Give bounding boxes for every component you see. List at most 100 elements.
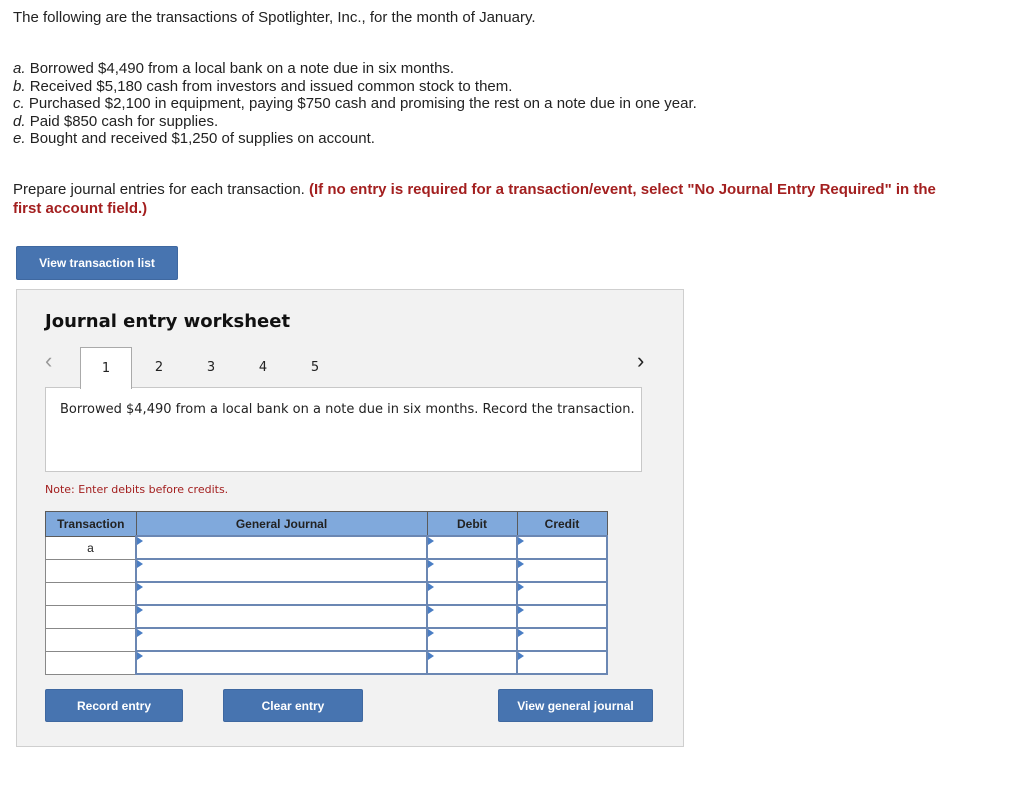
debit-cell [426, 604, 518, 629]
credit-cell [516, 650, 608, 675]
transaction-item: d. Paid $850 cash for supplies. [13, 113, 697, 131]
header-general-journal: General Journal [135, 511, 428, 537]
account-input[interactable] [137, 606, 426, 627]
debit-input[interactable] [428, 537, 516, 558]
instructions-text: Prepare journal entries for each transac… [13, 181, 309, 198]
credit-input[interactable] [518, 560, 606, 581]
debit-input[interactable] [428, 652, 516, 673]
credit-input[interactable] [518, 629, 606, 650]
account-input[interactable] [137, 537, 426, 558]
credit-input[interactable] [518, 606, 606, 627]
dropdown-flag-icon [518, 606, 524, 614]
transaction-cell [45, 604, 137, 629]
dropdown-flag-icon [518, 652, 524, 660]
journal-row [45, 581, 608, 606]
journal-table: Transaction General Journal Debit Credit… [45, 511, 608, 675]
dropdown-flag-icon [428, 629, 434, 637]
header-credit: Credit [516, 511, 608, 537]
account-input[interactable] [137, 629, 426, 650]
dropdown-flag-icon [137, 537, 143, 545]
account-input[interactable] [137, 560, 426, 581]
transaction-letter: d. [13, 112, 26, 130]
credit-cell [516, 581, 608, 606]
debit-input[interactable] [428, 583, 516, 604]
dropdown-flag-icon [518, 560, 524, 568]
transaction-list: a. Borrowed $4,490 from a local bank on … [13, 60, 697, 148]
view-transaction-list-button[interactable]: View transaction list [16, 246, 178, 280]
credit-input[interactable] [518, 652, 606, 673]
dropdown-flag-icon [518, 629, 524, 637]
dropdown-flag-icon [518, 537, 524, 545]
dropdown-flag-icon [428, 652, 434, 660]
account-cell [135, 558, 428, 583]
credit-cell [516, 535, 608, 560]
clear-entry-button[interactable]: Clear entry [223, 689, 363, 722]
tab-5[interactable]: 5 [290, 347, 340, 387]
transaction-cell [45, 627, 137, 652]
worksheet-tabs: 1 2 3 4 5 [80, 347, 342, 389]
account-input[interactable] [137, 583, 426, 604]
transaction-letter: b. [13, 77, 26, 95]
debit-cell [426, 558, 518, 583]
transaction-text: Received $5,180 cash from investors and … [29, 77, 513, 95]
account-cell [135, 604, 428, 629]
journal-table-header: Transaction General Journal Debit Credit [45, 511, 608, 537]
header-transaction: Transaction [45, 511, 137, 537]
credit-cell [516, 604, 608, 629]
journal-row [45, 650, 608, 675]
journal-row: a [45, 535, 608, 560]
transaction-letter: e. [13, 130, 26, 147]
next-arrow-icon[interactable]: › [637, 348, 644, 374]
debit-input[interactable] [428, 560, 516, 581]
transaction-text: Borrowed $4,490 from a local bank on a n… [29, 60, 455, 77]
transaction-text: Purchased $2,100 in equipment, paying $7… [28, 95, 697, 112]
transaction-item: a. Borrowed $4,490 from a local bank on … [13, 60, 697, 78]
transaction-cell [45, 581, 137, 606]
transaction-cell [45, 558, 137, 583]
transaction-description: Borrowed $4,490 from a local bank on a n… [45, 387, 642, 472]
intro-text: The following are the transactions of Sp… [13, 9, 536, 26]
tab-4[interactable]: 4 [238, 347, 288, 387]
transaction-cell [45, 650, 137, 675]
debit-credit-note: Note: Enter debits before credits. [45, 483, 229, 496]
journal-row [45, 627, 608, 652]
dropdown-flag-icon [137, 583, 143, 591]
tab-3[interactable]: 3 [186, 347, 236, 387]
transaction-text: Paid $850 cash for supplies. [29, 112, 219, 130]
dropdown-flag-icon [428, 583, 434, 591]
credit-input[interactable] [518, 537, 606, 558]
transaction-item: e. Bought and received $1,250 of supplie… [13, 130, 697, 148]
account-cell [135, 650, 428, 675]
transaction-letter: a. [13, 60, 26, 77]
record-entry-button[interactable]: Record entry [45, 689, 183, 722]
dropdown-flag-icon [137, 560, 143, 568]
dropdown-flag-icon [428, 537, 434, 545]
debit-cell [426, 535, 518, 560]
account-cell [135, 627, 428, 652]
debit-cell [426, 650, 518, 675]
dropdown-flag-icon [137, 629, 143, 637]
account-cell [135, 581, 428, 606]
transaction-item: c. Purchased $2,100 in equipment, paying… [13, 95, 697, 113]
header-debit: Debit [426, 511, 518, 537]
credit-cell [516, 627, 608, 652]
debit-input[interactable] [428, 629, 516, 650]
account-cell [135, 535, 428, 560]
instructions: Prepare journal entries for each transac… [13, 180, 953, 218]
tab-2[interactable]: 2 [134, 347, 184, 387]
debit-input[interactable] [428, 606, 516, 627]
transaction-text: Bought and received $1,250 of supplies o… [29, 130, 375, 147]
dropdown-flag-icon [518, 583, 524, 591]
dropdown-flag-icon [137, 606, 143, 614]
dropdown-flag-icon [137, 652, 143, 660]
credit-cell [516, 558, 608, 583]
transaction-cell: a [45, 535, 137, 560]
view-general-journal-button[interactable]: View general journal [498, 689, 653, 722]
debit-cell [426, 627, 518, 652]
tab-1[interactable]: 1 [80, 347, 132, 389]
journal-row [45, 604, 608, 629]
credit-input[interactable] [518, 583, 606, 604]
transaction-item: b. Received $5,180 cash from investors a… [13, 78, 697, 96]
account-input[interactable] [137, 652, 426, 673]
previous-arrow-icon[interactable]: ‹ [45, 348, 52, 374]
